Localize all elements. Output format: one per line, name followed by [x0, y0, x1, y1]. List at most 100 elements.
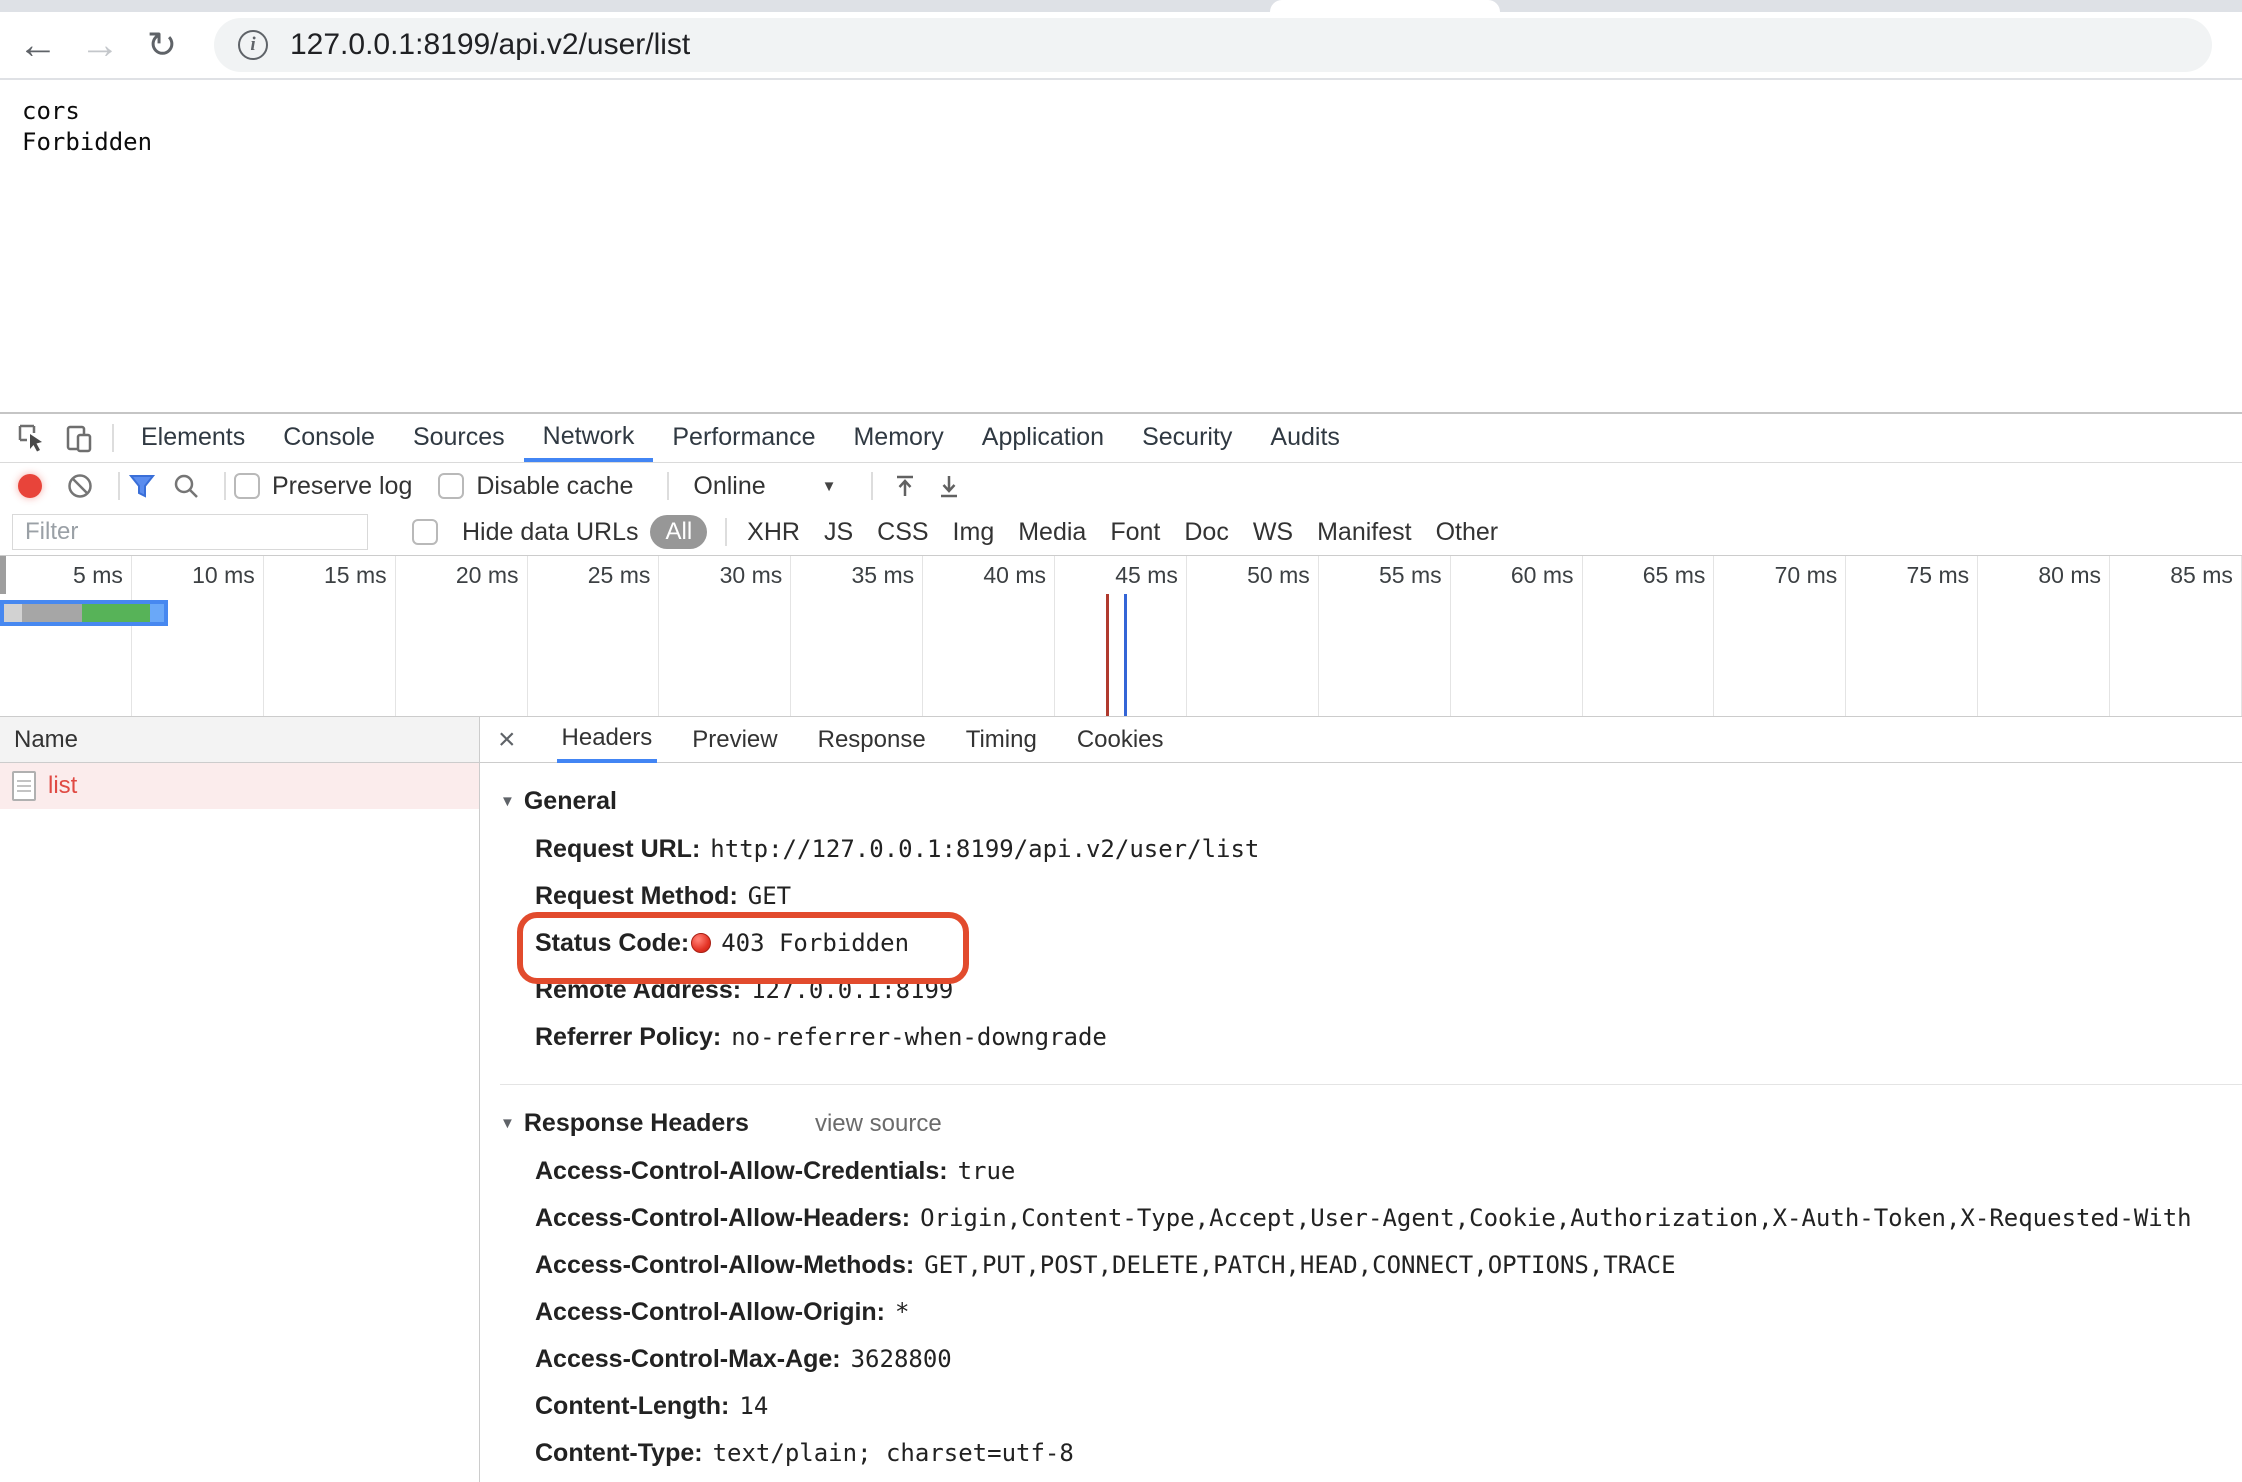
header-row: Access-Control-Allow-Origin:* [535, 1297, 2242, 1331]
kv-value: 127.0.0.1:8199 [751, 976, 953, 1004]
filter-input[interactable] [12, 514, 368, 550]
kv-label: Access-Control-Allow-Credentials: [535, 1157, 948, 1185]
kv-label: Access-Control-Allow-Headers: [535, 1204, 910, 1232]
reload-button[interactable]: ↻ [138, 21, 186, 69]
header-row: Content-Type:text/plain; charset=utf-8 [535, 1438, 2242, 1472]
filter-cat-doc[interactable]: Doc [1184, 518, 1228, 547]
record-button[interactable] [18, 474, 42, 498]
forward-button[interactable]: → [76, 21, 124, 69]
timeline-tick: 40 ms [923, 556, 1055, 716]
filter-cat-img[interactable]: Img [953, 518, 995, 547]
tab-elements[interactable]: Elements [122, 414, 264, 462]
network-overview-timeline[interactable]: 5 ms 10 ms 15 ms 20 ms 25 ms 30 ms 35 ms… [0, 556, 2242, 717]
kv-label: Request URL: [535, 835, 700, 863]
reload-icon: ↻ [147, 24, 177, 66]
detail-tab-response[interactable]: Response [813, 717, 931, 763]
filter-cat-js[interactable]: JS [824, 518, 853, 547]
view-source-link[interactable]: view source [815, 1110, 942, 1138]
request-url-row: Request URL: http://127.0.0.1:8199/api.v2… [535, 834, 2242, 868]
kv-value: GET,PUT,POST,DELETE,PATCH,HEAD,CONNECT,O… [924, 1251, 1675, 1279]
hide-data-urls-checkbox[interactable] [412, 519, 438, 545]
filter-cat-xhr[interactable]: XHR [747, 518, 800, 547]
filter-all-pill[interactable]: All [650, 515, 707, 549]
export-har-button[interactable] [935, 472, 963, 500]
request-waterfall-bar[interactable] [0, 600, 168, 626]
search-button[interactable] [172, 472, 200, 500]
request-row-list[interactable]: list [0, 763, 479, 809]
tab-application[interactable]: Application [963, 414, 1123, 462]
disable-cache-checkbox[interactable] [438, 473, 464, 499]
filter-cat-css[interactable]: CSS [877, 518, 928, 547]
toolbar-separator [725, 518, 727, 546]
detail-tab-cookies[interactable]: Cookies [1072, 717, 1169, 763]
response-headers-section-title: Response Headers [524, 1109, 749, 1138]
tab-network[interactable]: Network [524, 414, 654, 462]
timeline-tick: 45 ms [1055, 556, 1187, 716]
kv-label: Access-Control-Allow-Methods: [535, 1251, 914, 1279]
kv-value: text/plain; charset=utf-8 [713, 1439, 1074, 1467]
hide-data-urls-label: Hide data URLs [462, 518, 638, 547]
filter-cat-other[interactable]: Other [1436, 518, 1499, 547]
tab-console[interactable]: Console [264, 414, 394, 462]
throttling-select[interactable]: Online [693, 472, 765, 501]
kv-value: http://127.0.0.1:8199/api.v2/user/list [710, 835, 1259, 863]
devtools-panel: Elements Console Sources Network Perform… [0, 412, 2242, 1482]
network-main-split: Name list × Headers Preview Response Tim… [0, 717, 2242, 1482]
import-har-button[interactable] [891, 472, 919, 500]
filter-cat-font[interactable]: Font [1110, 518, 1160, 547]
close-detail-button[interactable]: × [498, 725, 516, 755]
preserve-log-label: Preserve log [272, 472, 412, 501]
kv-label: Access-Control-Allow-Origin: [535, 1298, 885, 1326]
filter-cat-media[interactable]: Media [1018, 518, 1086, 547]
requests-pane: Name list [0, 717, 480, 1482]
overview-scroll-handle[interactable] [0, 556, 6, 594]
url-text[interactable]: 127.0.0.1:8199/api.v2/user/list [290, 28, 690, 62]
kv-label: Request Method: [535, 882, 738, 910]
detail-tab-timing[interactable]: Timing [961, 717, 1042, 763]
headers-detail-body: ▼ General Request URL: http://127.0.0.1:8… [480, 763, 2242, 1482]
tab-memory[interactable]: Memory [834, 414, 962, 462]
tab-sources[interactable]: Sources [394, 414, 524, 462]
load-event-line [1124, 594, 1127, 716]
forward-icon: → [80, 23, 120, 68]
name-column-header[interactable]: Name [0, 717, 479, 763]
timeline-tick: 65 ms [1583, 556, 1715, 716]
preserve-log-checkbox[interactable] [234, 473, 260, 499]
browser-toolbar: ← → ↻ i 127.0.0.1:8199/api.v2/user/list [0, 12, 2242, 80]
filter-funnel-icon [128, 472, 156, 500]
back-button[interactable]: ← [14, 21, 62, 69]
kv-value: true [958, 1157, 1016, 1185]
timeline-tick: 30 ms [659, 556, 791, 716]
address-bar[interactable]: i 127.0.0.1:8199/api.v2/user/list [214, 18, 2212, 72]
request-method-row: Request Method:GET [535, 881, 2242, 915]
filter-button[interactable] [128, 472, 156, 500]
clear-button[interactable] [66, 472, 94, 500]
network-toolbar: Preserve log Disable cache Online ▼ [0, 463, 2242, 509]
inspect-element-button[interactable] [8, 414, 56, 462]
detail-tab-headers[interactable]: Headers [557, 717, 658, 763]
tab-security[interactable]: Security [1123, 414, 1251, 462]
section-divider [500, 1084, 2242, 1085]
tab-audits[interactable]: Audits [1251, 414, 1358, 462]
network-filter-bar: Hide data URLs All XHR JS CSS Img Media … [0, 509, 2242, 556]
detail-tab-preview[interactable]: Preview [687, 717, 782, 763]
timeline-tick: 15 ms [264, 556, 396, 716]
page-body-text: cors Forbidden [22, 96, 2242, 158]
general-section-header[interactable]: ▼ General [500, 787, 2242, 816]
device-toolbar-button[interactable] [56, 414, 104, 462]
response-headers-section-header[interactable]: ▼ Response Headers view source [500, 1109, 2242, 1138]
chevron-down-icon[interactable]: ▼ [822, 478, 837, 495]
toolbar-separator [112, 424, 114, 452]
kv-label: Access-Control-Max-Age: [535, 1345, 841, 1373]
toolbar-separator [224, 472, 226, 500]
timeline-tick: 80 ms [1978, 556, 2110, 716]
timeline-tick: 60 ms [1451, 556, 1583, 716]
kv-value: Origin,Content-Type,Accept,User-Agent,Co… [920, 1204, 2192, 1232]
tab-performance[interactable]: Performance [653, 414, 834, 462]
page-info-icon[interactable]: i [238, 30, 268, 60]
filter-cat-manifest[interactable]: Manifest [1317, 518, 1411, 547]
filter-cat-ws[interactable]: WS [1253, 518, 1293, 547]
active-tab[interactable] [1270, 0, 1500, 12]
kv-value: 403 Forbidden [721, 929, 909, 957]
timeline-tick: 70 ms [1714, 556, 1846, 716]
